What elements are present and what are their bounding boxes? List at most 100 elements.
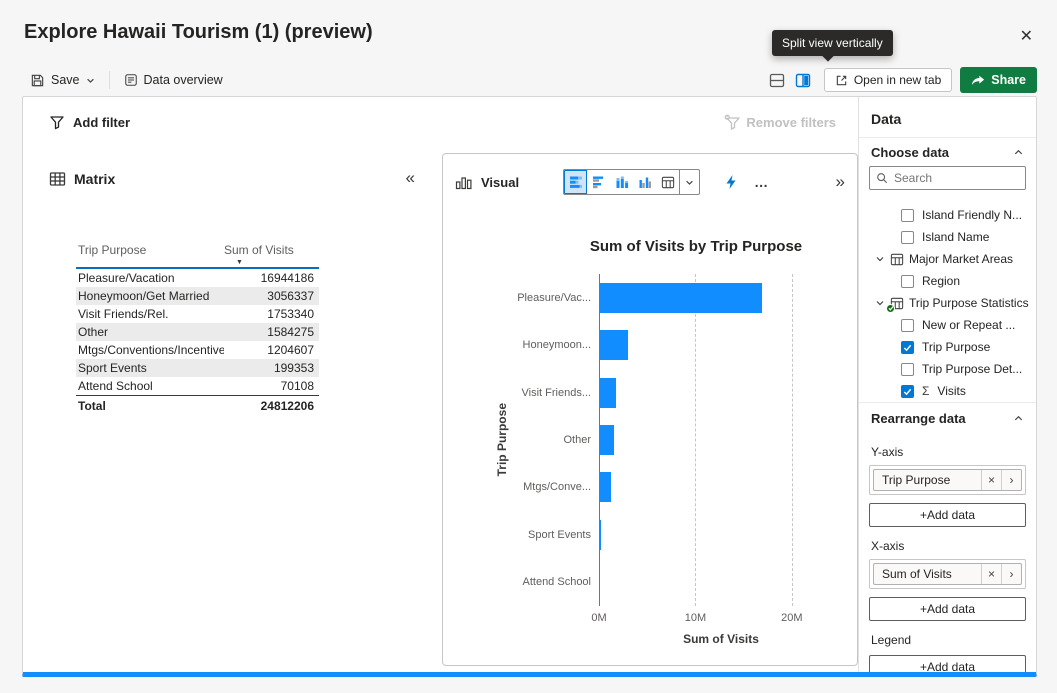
- explore-window: Explore Hawaii Tourism (1) (preview) ✕ S…: [0, 0, 1057, 693]
- matrix-table: Trip Purpose Sum of Visits ▼ Pleasure/Va…: [76, 241, 319, 415]
- remove-field-button[interactable]: ×: [981, 564, 1001, 584]
- sort-descending-icon: ▼: [236, 259, 319, 266]
- data-pane-title: Data: [871, 111, 1024, 127]
- expand-field-button[interactable]: ›: [1001, 470, 1021, 490]
- field-item[interactable]: Island Friendly N...: [859, 204, 1036, 226]
- column-header-trip-purpose[interactable]: Trip Purpose: [76, 241, 224, 267]
- save-button[interactable]: Save: [30, 73, 80, 88]
- chevron-down-icon[interactable]: [875, 254, 885, 264]
- category-label: Attend School: [509, 576, 599, 588]
- bar[interactable]: [599, 520, 601, 550]
- table-row[interactable]: Other1584275: [76, 323, 319, 341]
- checkbox[interactable]: [901, 209, 914, 222]
- bar-track: [599, 559, 843, 606]
- chevron-up-icon: [1013, 413, 1024, 424]
- clustered-column-chart-icon[interactable]: [633, 170, 656, 194]
- well-label: Legend: [871, 633, 1024, 647]
- chevron-down-icon[interactable]: [875, 298, 885, 308]
- split-view-vertically-button[interactable]: [790, 68, 816, 92]
- well-label: Y-axis: [871, 445, 1024, 459]
- visual-panel-title: Visual: [481, 175, 519, 190]
- remove-filters-button: Remove filters: [724, 114, 836, 130]
- checkbox[interactable]: [901, 341, 914, 354]
- trip-purpose-cell: Mtgs/Conventions/Incentive: [76, 341, 224, 359]
- search-input[interactable]: [894, 171, 1019, 185]
- checkbox[interactable]: [901, 363, 914, 376]
- field-pill[interactable]: Sum of Visits×›: [873, 563, 1022, 585]
- clustered-bar-chart-icon[interactable]: [587, 170, 610, 194]
- sum-of-visits-cell: 3056337: [224, 287, 319, 305]
- table-visual-icon[interactable]: [656, 170, 679, 194]
- field-item[interactable]: Island Name: [859, 226, 1036, 248]
- column-header-label: Sum of Visits: [224, 243, 294, 257]
- chart-bar-row: Honeymoon...: [509, 321, 843, 368]
- chevron-up-icon: [1013, 147, 1024, 158]
- search-box[interactable]: [869, 166, 1026, 190]
- stacked-column-chart-icon[interactable]: [610, 170, 633, 194]
- checkbox[interactable]: [901, 385, 914, 398]
- trip-purpose-cell: Pleasure/Vacation: [76, 269, 224, 287]
- pill-label: Sum of Visits: [874, 567, 981, 581]
- well-box: Sum of Visits×›: [869, 559, 1026, 589]
- split-view-horizontally-button[interactable]: [764, 68, 790, 92]
- column-header-sum-of-visits[interactable]: Sum of Visits ▼: [224, 241, 319, 267]
- table-row[interactable]: Visit Friends/Rel.1753340: [76, 305, 319, 323]
- more-options-button[interactable]: …: [754, 174, 769, 190]
- bar[interactable]: [599, 472, 611, 502]
- matrix-grid-icon: [49, 171, 66, 187]
- chart-ticks: 0M10M20M: [599, 612, 843, 626]
- field-item[interactable]: Trip Purpose Det...: [859, 358, 1036, 380]
- table-row[interactable]: Honeymoon/Get Married3056337: [76, 287, 319, 305]
- bar[interactable]: [599, 283, 762, 313]
- add-data-button[interactable]: +Add data: [869, 503, 1026, 527]
- bar[interactable]: [599, 330, 628, 360]
- choose-data-section-header[interactable]: Choose data: [859, 138, 1036, 166]
- add-data-button[interactable]: +Add data: [869, 597, 1026, 621]
- save-dropdown-button[interactable]: [86, 76, 95, 85]
- share-label: Share: [991, 73, 1026, 87]
- checkbox[interactable]: [901, 319, 914, 332]
- field-label: Visits: [937, 384, 965, 398]
- open-in-new-tab-label: Open in new tab: [854, 73, 941, 87]
- expand-field-button[interactable]: ›: [1001, 564, 1021, 584]
- checkbox[interactable]: [901, 231, 914, 244]
- field-item[interactable]: Major Market Areas: [859, 248, 1036, 270]
- chart-bar-row: Visit Friends...: [509, 369, 843, 416]
- toolbar: Save Data overview Open in new tab: [0, 64, 1057, 96]
- checkbox[interactable]: [901, 275, 914, 288]
- close-icon[interactable]: ✕: [1020, 26, 1033, 46]
- chart-bar-row: Attend School: [509, 559, 843, 606]
- rearrange-data-label: Rearrange data: [871, 411, 966, 426]
- add-data-button[interactable]: +Add data: [869, 655, 1026, 672]
- table-row[interactable]: Attend School70108: [76, 377, 319, 395]
- field-item[interactable]: Trip Purpose: [859, 336, 1036, 358]
- remove-field-button[interactable]: ×: [981, 470, 1001, 490]
- data-overview-button[interactable]: Data overview: [124, 73, 223, 87]
- bar[interactable]: [599, 378, 616, 408]
- field-item[interactable]: Trip Purpose Statistics: [859, 292, 1036, 314]
- share-button[interactable]: Share: [960, 67, 1037, 93]
- visual-panel: Visual … » Sum of Visits by Trip Purpose…: [442, 153, 858, 666]
- table-row[interactable]: Sport Events199353: [76, 359, 319, 377]
- lightning-bolt-icon[interactable]: [724, 174, 738, 190]
- wells: Y-axisTrip Purpose×›+Add dataX-axisSum o…: [859, 445, 1036, 672]
- rearrange-data-section-header[interactable]: Rearrange data: [859, 403, 1036, 433]
- table-row[interactable]: Mtgs/Conventions/Incentive1204607: [76, 341, 319, 359]
- chart-bar-row: Other: [509, 416, 843, 463]
- table-row[interactable]: Pleasure/Vacation16944186: [76, 269, 319, 287]
- bar-track: [599, 274, 843, 321]
- bar[interactable]: [599, 567, 600, 597]
- visual-type-dropdown[interactable]: [679, 170, 699, 194]
- open-in-new-tab-button[interactable]: Open in new tab: [824, 68, 952, 92]
- collapse-panel-icon[interactable]: «: [406, 169, 415, 187]
- field-item[interactable]: ΣVisits: [859, 380, 1036, 402]
- field-pill[interactable]: Trip Purpose×›: [873, 469, 1022, 491]
- chart-bar-row: Pleasure/Vac...: [509, 274, 843, 321]
- add-filter-button[interactable]: Add filter: [49, 114, 130, 130]
- sum-of-visits-cell: 1584275: [224, 323, 319, 341]
- bar[interactable]: [599, 425, 614, 455]
- field-item[interactable]: New or Repeat ...: [859, 314, 1036, 336]
- stacked-bar-chart-icon[interactable]: [564, 170, 587, 194]
- field-item[interactable]: Region: [859, 270, 1036, 292]
- expand-panel-icon[interactable]: »: [836, 172, 845, 192]
